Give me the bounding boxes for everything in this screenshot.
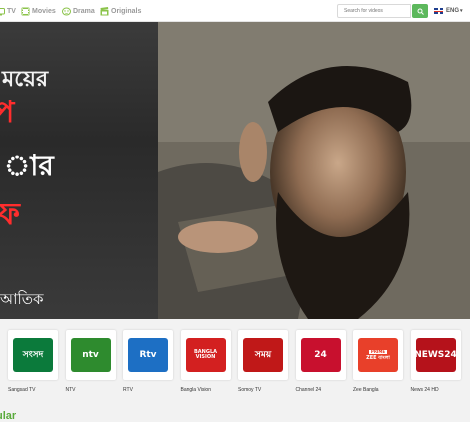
channel-badge: PRIME — [368, 348, 388, 354]
search-icon — [417, 8, 424, 15]
nav-movies-label: Movies — [32, 7, 56, 15]
channel-logo-text: সময় — [254, 349, 272, 360]
channel-name: News 24 HD — [410, 387, 439, 393]
channel-card[interactable]: PRIME ZEE বাংলা Zee Bangla — [353, 330, 403, 393]
channel-logo-text: 24 — [314, 349, 327, 360]
nav-tv-label: TV — [7, 7, 16, 15]
channel-name: NTV — [65, 387, 76, 393]
section-title: ular — [0, 410, 17, 422]
search-button[interactable] — [412, 4, 428, 18]
nav-originals[interactable]: Originals — [100, 4, 141, 18]
channel-logo-text: সংসদ — [22, 349, 44, 360]
channel-logo: BANGLA VISION — [180, 330, 231, 380]
channel-name: RTV — [123, 387, 133, 393]
channel-logo-text: ZEE বাংলা — [366, 354, 390, 361]
language-label: ENG — [446, 8, 460, 14]
nav-drama-label: Drama — [73, 7, 95, 15]
language-selector[interactable]: ENG ▾ — [434, 5, 463, 17]
channel-card[interactable]: NEWS24 News 24 HD — [410, 330, 461, 393]
hero-title-line-3: ার — [4, 149, 54, 182]
nav-originals-label: Originals — [111, 7, 142, 15]
channel-name: Channel 24 — [295, 387, 322, 393]
hero-banner[interactable]: ময়ের প ার ফ আতিক — [0, 22, 470, 319]
channel-name: Somoy TV — [238, 387, 262, 393]
tv-icon — [0, 7, 5, 16]
hero-credit: আতিক — [0, 290, 44, 308]
channel-card[interactable]: BANGLA VISION Bangla Vision — [180, 330, 231, 393]
channel-card[interactable]: সময় Somoy TV — [238, 330, 288, 393]
hero-title-line-4: ফ — [0, 197, 20, 232]
channel-name: Sangsad TV — [8, 387, 36, 393]
channel-logo-text: ntv — [82, 349, 99, 360]
chevron-down-icon: ▾ — [460, 8, 463, 14]
channel-logo: ntv — [65, 330, 116, 380]
channel-card[interactable]: Rtv RTV — [123, 330, 173, 393]
channel-card[interactable]: সংসদ Sangsad TV — [8, 330, 58, 393]
channel-name: Zee Bangla — [353, 387, 379, 393]
channel-logo-text: Rtv — [139, 349, 157, 360]
channel-logo-text: BANGLA VISION — [193, 349, 218, 360]
channel-card[interactable]: 24 Channel 24 — [295, 330, 346, 393]
channel-logo: সময় — [238, 330, 288, 380]
top-navigation-bar: TV Movies Drama Originals ENG ▾ — [0, 0, 470, 22]
mask-icon — [62, 7, 71, 16]
channel-logo: NEWS24 — [410, 330, 461, 380]
uk-flag-icon — [434, 8, 443, 14]
nav-tv[interactable]: TV — [0, 4, 16, 18]
channel-logo: PRIME ZEE বাংলা — [353, 330, 403, 380]
nav-movies[interactable]: Movies — [21, 4, 56, 18]
clapper-icon — [100, 6, 109, 16]
channel-logo: Rtv — [123, 330, 173, 380]
channel-list: সংসদ Sangsad TV ntv NTV Rtv RTV BANGLA VISION B… — [0, 330, 470, 396]
channel-logo-text: NEWS24 — [414, 349, 457, 360]
nav-drama[interactable]: Drama — [62, 4, 95, 18]
channel-logo: সংসদ — [8, 330, 58, 380]
search-input[interactable] — [337, 4, 411, 18]
channel-card[interactable]: ntv NTV — [65, 330, 116, 393]
film-icon — [21, 7, 30, 16]
hero-image — [158, 22, 470, 319]
hero-title-line-2: প — [0, 95, 15, 130]
channel-name: Bangla Vision — [180, 387, 212, 393]
channel-logo: 24 — [295, 330, 346, 380]
